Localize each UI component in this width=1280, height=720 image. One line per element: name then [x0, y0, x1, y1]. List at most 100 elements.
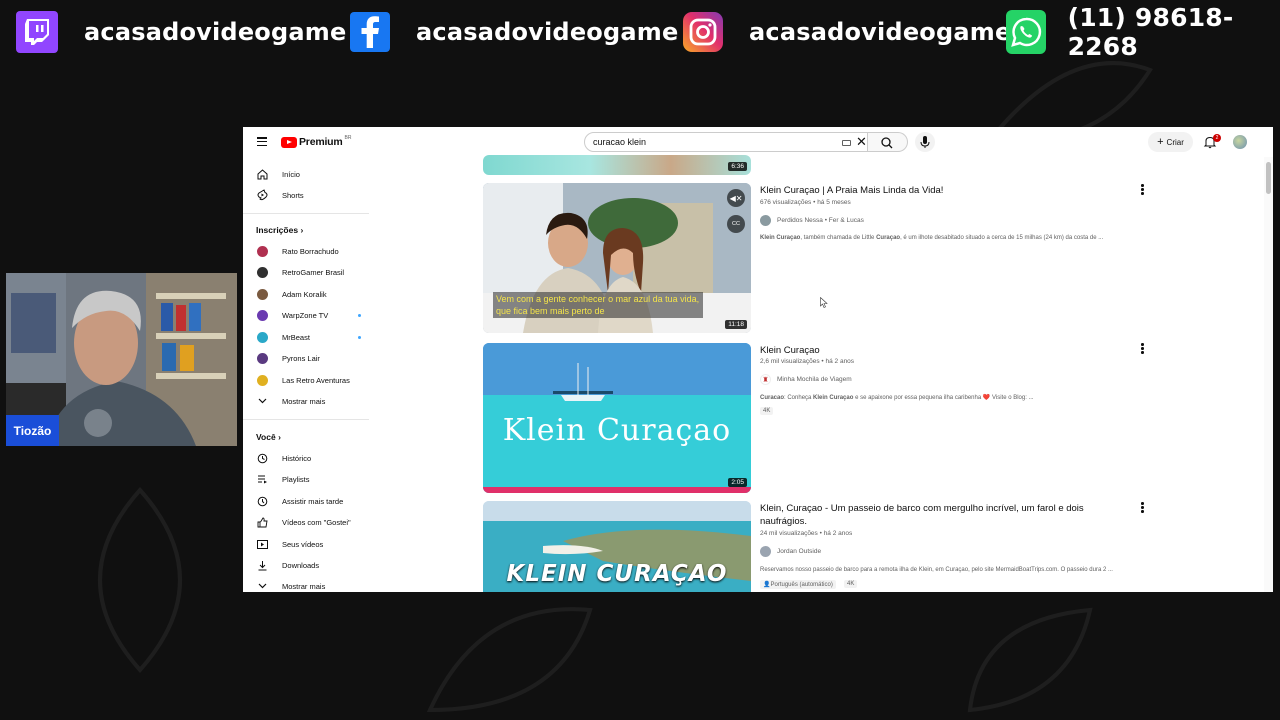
channel-avatar	[256, 374, 268, 386]
social-facebook: acasadovideogame	[350, 10, 678, 54]
clear-search-icon[interactable]: ✕	[856, 134, 867, 150]
video-title[interactable]: Klein, Curaçao - Um passeio de barco com…	[760, 502, 1100, 528]
youtube-window: Premium BR curacao klein ✕ + Criar 2 Iní…	[243, 127, 1273, 592]
microphone-icon	[920, 136, 930, 148]
history-icon	[256, 452, 268, 464]
channel-avatar	[760, 546, 771, 557]
twitch-icon	[16, 11, 58, 53]
voice-search-button[interactable]	[915, 132, 935, 152]
download-icon	[256, 559, 268, 571]
sidebar-item-downloads[interactable]: Downloads	[256, 557, 369, 573]
youtube-topbar: Premium BR curacao klein ✕ + Criar 2	[243, 127, 1273, 157]
chevron-down-icon	[256, 580, 268, 592]
search-value: curacao klein	[593, 137, 647, 147]
twitch-handle: acasadovideogame	[84, 18, 347, 46]
channel-link[interactable]: ♜ Minha Mochila de Viagem	[760, 374, 852, 385]
video-caption: Vem com a gente conhecer o mar azul da t…	[493, 292, 703, 318]
video-meta: 676 visualizações • há 5 meses	[760, 199, 851, 206]
whatsapp-number: (11) 98618-2268	[1067, 3, 1234, 61]
quality-badge: 4K	[844, 580, 858, 588]
video-title[interactable]: Klein Curaçao | A Praia Mais Linda da Vi…	[760, 184, 943, 197]
instagram-icon	[683, 12, 723, 52]
shorts-icon	[256, 189, 268, 201]
notifications-badge: 2	[1213, 134, 1221, 142]
instagram-handle: acasadovideogame	[749, 18, 1012, 46]
video-thumbnail[interactable]: KLEIN CURAÇAO	[483, 501, 751, 592]
social-instagram: acasadovideogame	[683, 10, 1011, 54]
sidebar-item-subscription[interactable]: MrBeast	[256, 329, 369, 345]
channel-avatar	[760, 215, 771, 226]
sidebar-item-subscription[interactable]: Rato Borrachudo	[256, 243, 369, 259]
video-description: Curacao: Conheça Klein Curaçao e se apai…	[760, 395, 1034, 401]
chevron-right-icon: ›	[300, 225, 304, 235]
account-avatar[interactable]	[1233, 135, 1247, 149]
show-more-subscriptions[interactable]: Mostrar mais	[256, 393, 369, 409]
video-duration: 6:36	[728, 162, 747, 171]
menu-icon[interactable]	[257, 137, 267, 146]
whatsapp-icon	[1006, 10, 1046, 54]
chevron-right-icon: ›	[278, 432, 281, 442]
thumbnail-title-text: KLEIN CURAÇAO	[506, 561, 728, 587]
live-indicator	[358, 314, 361, 317]
mute-icon[interactable]: ◀✕	[727, 189, 745, 207]
playlist-icon	[256, 473, 268, 485]
chevron-down-icon	[256, 395, 268, 407]
sidebar-item-history[interactable]: Histórico	[256, 450, 369, 466]
show-more-you[interactable]: Mostrar mais	[256, 578, 369, 592]
like-icon	[256, 516, 268, 528]
sidebar-item-subscription[interactable]: Las Retro Aventuras	[256, 372, 369, 388]
sidebar-item-playlists[interactable]: Playlists	[256, 471, 369, 487]
subscriptions-header[interactable]: Inscrições ›	[256, 225, 303, 235]
channel-avatar	[256, 245, 268, 257]
facebook-icon	[350, 12, 390, 52]
video-meta: 2,6 mil visualizações • há 2 anos	[760, 358, 855, 365]
facebook-handle: acasadovideogame	[416, 18, 679, 46]
youtube-logo[interactable]: Premium BR	[281, 135, 352, 148]
create-button[interactable]: + Criar	[1148, 132, 1193, 152]
sidebar-item-subscription[interactable]: WarpZone TV	[256, 307, 369, 323]
home-icon	[256, 168, 268, 180]
sidebar-item-subscription[interactable]: Adam Koralik	[256, 286, 369, 302]
page-scrollbar[interactable]	[1264, 157, 1273, 592]
video-meta: 24 mil visualizações • há 2 anos	[760, 530, 853, 537]
clock-icon	[256, 495, 268, 507]
channel-link[interactable]: Perdidos Nessa • Fer & Lucas	[760, 215, 864, 226]
search-input[interactable]: curacao klein ✕	[584, 132, 868, 152]
sidebar-item-liked-videos[interactable]: Vídeos com "Gostei"	[256, 514, 369, 530]
video-description: Klein Curaçao, também chamada de Little …	[760, 235, 1104, 241]
social-twitch: acasadovideogame	[16, 10, 346, 54]
leaf-decoration-icon	[967, 607, 1093, 713]
more-actions-icon[interactable]	[1141, 502, 1144, 513]
captions-icon[interactable]: CC	[727, 215, 745, 233]
video-duration: 2:05	[728, 478, 747, 487]
youtube-sidebar: Início Shorts Inscrições › Rato Borrachu…	[243, 157, 369, 592]
channel-avatar: ♜	[760, 374, 771, 385]
video-thumbnail[interactable]: 6:36	[483, 155, 751, 175]
video-title[interactable]: Klein Curaçao	[760, 344, 820, 357]
search-icon	[881, 137, 893, 149]
video-thumbnail[interactable]: Vem com a gente conhecer o mar azul da t…	[483, 183, 751, 333]
more-actions-icon[interactable]	[1141, 184, 1144, 195]
sidebar-item-shorts[interactable]: Shorts	[256, 187, 369, 203]
keyboard-icon[interactable]	[842, 140, 851, 146]
channel-link[interactable]: Jordan Outside	[760, 546, 821, 557]
more-actions-icon[interactable]	[1141, 343, 1144, 354]
channel-avatar	[256, 288, 268, 300]
sidebar-item-subscription[interactable]: Pyrons Lair	[256, 350, 369, 366]
you-header[interactable]: Você ›	[256, 432, 281, 442]
language-badge: 👤Português (automático)	[760, 580, 836, 589]
sidebar-item-watch-later[interactable]: Assistir mais tarde	[256, 493, 369, 509]
webcam-name-label: Tiozão	[6, 415, 59, 446]
sidebar-item-your-videos[interactable]: Seus vídeos	[256, 536, 369, 552]
scrollbar-thumb[interactable]	[1266, 162, 1271, 194]
video-icon	[256, 538, 268, 550]
youtube-play-icon	[281, 136, 297, 148]
live-indicator	[358, 336, 361, 339]
sidebar-item-home[interactable]: Início	[256, 166, 369, 182]
video-thumbnail[interactable]: Klein Curaçao 2:05	[483, 343, 751, 493]
sidebar-item-subscription[interactable]: RetroGamer Brasil	[256, 264, 369, 280]
social-whatsapp: (11) 98618-2268	[1006, 3, 1280, 61]
leaf-decoration-icon	[426, 607, 593, 713]
channel-avatar	[256, 352, 268, 364]
search-button[interactable]	[868, 132, 908, 152]
